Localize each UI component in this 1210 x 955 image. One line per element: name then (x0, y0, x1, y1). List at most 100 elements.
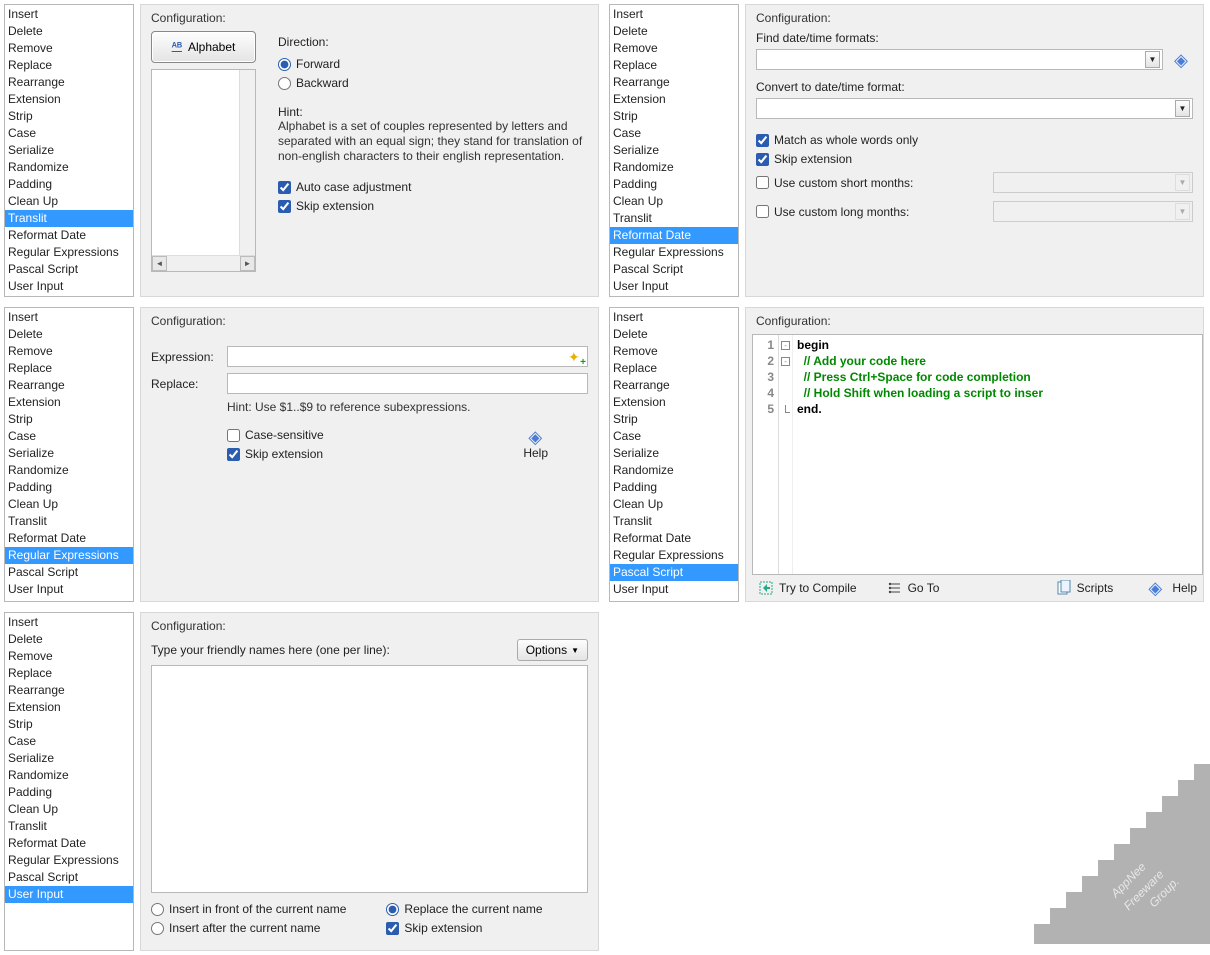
scrollbar-v[interactable] (239, 70, 255, 255)
list-item[interactable]: Randomize (610, 462, 738, 479)
list-item[interactable]: Strip (610, 108, 738, 125)
list-item[interactable]: Translit (5, 513, 133, 530)
case-sensitive-check[interactable]: Case-sensitive (227, 428, 523, 442)
alphabet-button[interactable]: ᴬᴮ Alphabet (151, 31, 256, 63)
list-item[interactable]: Pascal Script (5, 869, 133, 886)
list-item[interactable]: Delete (5, 326, 133, 343)
list-item[interactable]: Pascal Script (5, 564, 133, 581)
list-item[interactable]: Remove (610, 343, 738, 360)
list-item[interactable]: Randomize (5, 462, 133, 479)
list-item[interactable]: Rearrange (5, 377, 133, 394)
list-item[interactable]: Delete (610, 23, 738, 40)
help-button[interactable]: ◈ Help (1143, 579, 1197, 597)
list-item[interactable]: Extension (610, 91, 738, 108)
options-button[interactable]: Options▼ (517, 639, 588, 661)
list-item[interactable]: Clean Up (5, 193, 133, 210)
replace-input[interactable] (227, 373, 588, 394)
list-item[interactable]: Pascal Script (610, 564, 738, 581)
list-item[interactable]: Translit (5, 210, 133, 227)
list-item[interactable]: Clean Up (610, 496, 738, 513)
list-item[interactable]: Extension (5, 699, 133, 716)
list-item[interactable]: Insert (5, 6, 133, 23)
list-item[interactable]: Extension (610, 394, 738, 411)
list-item[interactable]: Rearrange (5, 682, 133, 699)
list-item[interactable]: Case (5, 733, 133, 750)
rule-list[interactable]: InsertDeleteRemoveReplaceRearrangeExtens… (4, 307, 134, 602)
list-item[interactable]: Extension (5, 394, 133, 411)
insert-front-radio[interactable]: Insert in front of the current name (151, 902, 346, 916)
list-item[interactable]: Remove (610, 40, 738, 57)
help-label[interactable]: Help (523, 446, 548, 460)
list-item[interactable]: Randomize (5, 159, 133, 176)
list-item[interactable]: Case (610, 428, 738, 445)
list-item[interactable]: Remove (5, 343, 133, 360)
list-item[interactable]: Insert (5, 614, 133, 631)
list-item[interactable]: Serialize (5, 445, 133, 462)
list-item[interactable]: Reformat Date (610, 530, 738, 547)
list-item[interactable]: Clean Up (610, 193, 738, 210)
list-item[interactable]: Regular Expressions (5, 852, 133, 869)
list-item[interactable]: Reformat Date (5, 530, 133, 547)
list-item[interactable]: Remove (5, 648, 133, 665)
list-item[interactable]: Rearrange (5, 74, 133, 91)
code-editor[interactable]: 12345 -- begin // Add your code here // … (752, 334, 1203, 575)
list-item[interactable]: User Input (5, 581, 133, 598)
rule-list[interactable]: InsertDeleteRemoveReplaceRearrangeExtens… (609, 4, 739, 297)
help-icon[interactable]: ◈ (1169, 51, 1193, 69)
list-item[interactable]: Padding (610, 176, 738, 193)
list-item[interactable]: Serialize (5, 142, 133, 159)
insert-after-radio[interactable]: Insert after the current name (151, 921, 346, 935)
list-item[interactable]: Strip (5, 411, 133, 428)
list-item[interactable]: Strip (5, 716, 133, 733)
forward-radio[interactable]: Forward (278, 57, 588, 71)
list-item[interactable]: Reformat Date (610, 227, 738, 244)
list-item[interactable]: Regular Expressions (610, 547, 738, 564)
expression-input[interactable] (227, 346, 588, 367)
list-item[interactable]: User Input (610, 278, 738, 295)
scroll-left-icon[interactable]: ◄ (152, 256, 167, 271)
list-item[interactable]: Insert (610, 6, 738, 23)
list-item[interactable]: Regular Expressions (5, 547, 133, 564)
list-item[interactable]: Reformat Date (5, 835, 133, 852)
list-item[interactable]: Replace (5, 665, 133, 682)
convert-format-dropdown[interactable]: ▼ (756, 98, 1193, 119)
list-item[interactable]: Replace (5, 360, 133, 377)
add-expression-icon[interactable] (568, 349, 584, 365)
skipext-check[interactable]: Skip extension (278, 199, 588, 213)
fold-column[interactable]: -- (779, 335, 793, 574)
match-whole-check[interactable]: Match as whole words only (756, 133, 1193, 147)
list-item[interactable]: Regular Expressions (5, 244, 133, 261)
list-item[interactable]: Serialize (5, 750, 133, 767)
scrollbar-h[interactable]: ◄ ► (152, 255, 255, 271)
list-item[interactable]: Delete (5, 23, 133, 40)
list-item[interactable]: Translit (610, 210, 738, 227)
skipext-check[interactable]: Skip extension (227, 447, 523, 461)
list-item[interactable]: Regular Expressions (610, 244, 738, 261)
list-item[interactable]: Padding (5, 784, 133, 801)
compile-button[interactable]: Try to Compile (758, 580, 857, 596)
list-item[interactable]: User Input (5, 278, 133, 295)
list-item[interactable]: Randomize (610, 159, 738, 176)
list-item[interactable]: Delete (610, 326, 738, 343)
list-item[interactable]: Replace (5, 57, 133, 74)
names-textarea[interactable] (151, 665, 588, 893)
list-item[interactable]: User Input (5, 886, 133, 903)
list-item[interactable]: Extension (5, 91, 133, 108)
custom-short-check[interactable]: Use custom short months: (756, 176, 983, 190)
list-item[interactable]: Delete (5, 631, 133, 648)
rule-list[interactable]: InsertDeleteRemoveReplaceRearrangeExtens… (4, 4, 134, 297)
goto-button[interactable]: Go To (887, 580, 940, 596)
list-item[interactable]: Rearrange (610, 377, 738, 394)
help-icon[interactable]: ◈ (523, 428, 547, 446)
list-item[interactable]: Rearrange (610, 74, 738, 91)
list-item[interactable]: Clean Up (5, 496, 133, 513)
backward-radio[interactable]: Backward (278, 76, 588, 90)
rule-list[interactable]: InsertDeleteRemoveReplaceRearrangeExtens… (4, 612, 134, 951)
custom-long-check[interactable]: Use custom long months: (756, 205, 983, 219)
skipext-check[interactable]: Skip extension (386, 921, 542, 935)
alphabet-listbox[interactable]: ◄ ► (151, 69, 256, 272)
list-item[interactable]: User Input (610, 581, 738, 598)
rule-list[interactable]: InsertDeleteRemoveReplaceRearrangeExtens… (609, 307, 739, 602)
list-item[interactable]: Pascal Script (610, 261, 738, 278)
scroll-right-icon[interactable]: ► (240, 256, 255, 271)
